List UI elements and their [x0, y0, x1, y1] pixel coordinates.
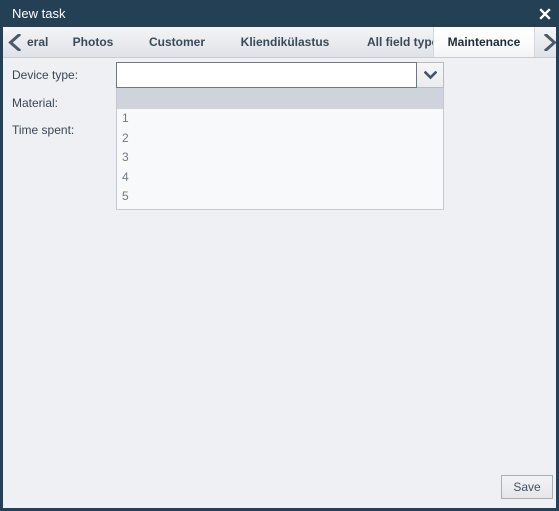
save-button[interactable]: Save [501, 475, 553, 499]
list-item[interactable]: 2 [117, 129, 443, 149]
dialog-titlebar: New task [3, 0, 556, 27]
tab-photos[interactable]: Photos [55, 27, 131, 57]
tab-label: eral [27, 35, 49, 49]
time-spent-label: Time spent: [12, 123, 75, 137]
chevron-right-icon[interactable] [538, 27, 556, 57]
tab-bar: eral Photos Customer Kliendikülastus All… [3, 27, 556, 58]
tab-label: Customer [148, 35, 205, 49]
list-item[interactable] [117, 88, 443, 109]
new-task-dialog: New task eral Photos Customer Kliendikül… [0, 0, 559, 511]
tab-label: Kliendikülastus [240, 35, 330, 49]
chevron-left-icon[interactable] [3, 27, 27, 57]
tab-label: Photos [72, 35, 114, 49]
device-type-input[interactable] [116, 62, 417, 88]
device-type-label: Device type: [12, 68, 79, 82]
list-item[interactable]: 3 [117, 148, 443, 168]
material-label: Material: [12, 96, 59, 110]
device-type-dropdown-list[interactable]: 1 2 3 4 5 [116, 88, 444, 210]
device-type-combobox [116, 62, 444, 88]
tab-maintenance[interactable]: Maintenance [433, 27, 535, 57]
list-item[interactable]: 4 [117, 168, 443, 188]
tab-kliendikulastus[interactable]: Kliendikülastus [223, 27, 347, 57]
form-content: Device type: Material: Time spent: 1 2 3… [3, 58, 556, 505]
close-icon[interactable] [535, 4, 555, 24]
chevron-down-icon[interactable] [417, 62, 444, 88]
list-item[interactable]: 1 [117, 109, 443, 129]
dialog-title: New task [12, 6, 66, 21]
tab-customer[interactable]: Customer [131, 27, 223, 57]
list-item[interactable]: 5 [117, 187, 443, 207]
tab-label: Maintenance [447, 35, 521, 49]
